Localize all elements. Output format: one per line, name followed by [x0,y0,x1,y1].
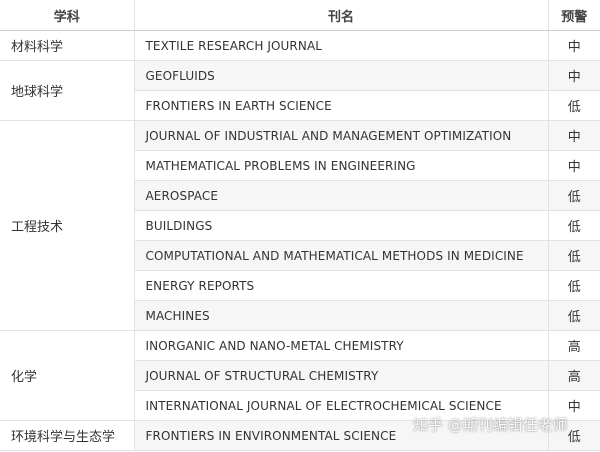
table-body: 材料科学 TEXTILE RESEARCH JOURNAL 中地球科学 GEOFLUI… [0,30,600,451]
header-journal: 刊名 [133,0,549,31]
table-row: 环境科学与生态学 FRONTIERS IN ENVIRONMENTAL SCIEN… [0,420,600,451]
warning-level-cell: 低 [547,90,600,121]
warning-level-cell: 低 [547,210,600,241]
journal-cell: GEOFLUIDS [133,60,549,91]
table-header-row: 学科 刊名 预警 [0,0,600,31]
journal-cell: ENERGY REPORTS [133,270,549,301]
warning-level-cell: 低 [547,180,600,211]
warning-level-cell: 中 [547,150,600,181]
journal-cell: BUILDINGS [133,210,549,241]
journal-cell: INORGANIC AND NANO-METAL CHEMISTRY [133,330,549,361]
journal-cell: TEXTILE RESEARCH JOURNAL [133,30,549,61]
table-row: 地球科学 GEOFLUIDS 中 [0,60,600,121]
journal-warning-table: 学科 刊名 预警 材料科学 TEXTILE RESEARCH JOURNAL 中地球… [0,0,600,451]
subject-cell: 环境科学与生态学 [0,420,135,451]
warning-level-cell: 中 [547,390,600,421]
journal-cell: JOURNAL OF INDUSTRIAL AND MANAGEMENT OPT… [133,120,549,151]
table-row: 化学 INORGANIC AND NANO-METAL CHEMISTRY 高 [0,330,600,421]
warning-level-cell: 中 [547,60,600,91]
journal-cell: MACHINES [133,300,549,331]
subject-cell: 地球科学 [0,60,135,121]
subject-cell: 工程技术 [0,120,135,331]
header-subject: 学科 [0,0,135,31]
header-warning: 预警 [547,0,600,31]
subject-cell: 材料科学 [0,30,135,61]
warning-level-cell: 高 [547,360,600,391]
journal-cell: INTERNATIONAL JOURNAL OF ELECTROCHEMICAL… [133,390,549,421]
journal-cell: AEROSPACE [133,180,549,211]
table-row: 材料科学 TEXTILE RESEARCH JOURNAL 中 [0,30,600,61]
journal-cell: COMPUTATIONAL AND MATHEMATICAL METHODS I… [133,240,549,271]
warning-level-cell: 低 [547,270,600,301]
warning-level-cell: 中 [547,30,600,61]
journal-cell: MATHEMATICAL PROBLEMS IN ENGINEERING [133,150,549,181]
subject-cell: 化学 [0,330,135,421]
warning-level-cell: 高 [547,330,600,361]
journal-cell: JOURNAL OF STRUCTURAL CHEMISTRY [133,360,549,391]
journal-cell: FRONTIERS IN EARTH SCIENCE [133,90,549,121]
warning-level-cell: 中 [547,120,600,151]
warning-level-cell: 低 [547,300,600,331]
warning-level-cell: 低 [547,240,600,271]
table-row: 工程技术 JOURNAL OF INDUSTRIAL AND MANAGEMENT… [0,120,600,331]
journal-cell: FRONTIERS IN ENVIRONMENTAL SCIENCE [133,420,549,451]
warning-level-cell: 低 [547,420,600,451]
